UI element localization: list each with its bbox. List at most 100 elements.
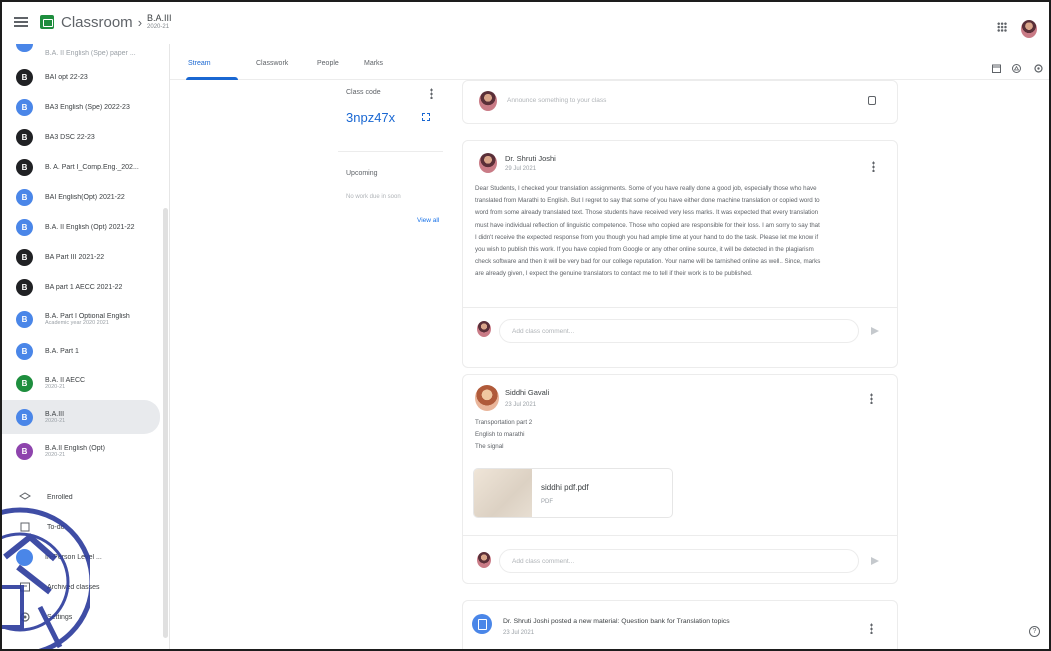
sidebar-item-text: B. A. Part I_Comp.Eng._202... — [45, 164, 139, 171]
attachment-thumbnail — [474, 469, 532, 517]
sidebar: B.A. II English (Spe) paper ... B BAI opt … — [0, 44, 170, 649]
sidebar-class-item[interactable]: B B.A. II AECC 2020-21 — [0, 366, 169, 400]
post-date: 29 Jul 2021 — [505, 166, 537, 172]
sidebar-item-label: B.A. Part 1 — [45, 347, 79, 355]
sidebar-class-item[interactable]: B BA Part III 2021-22 — [0, 242, 169, 272]
sidebar-item-subtitle: Academic year 2020 2021 — [45, 319, 109, 326]
post-author[interactable]: Dr. Shruti Joshi — [505, 154, 556, 163]
app-name[interactable]: Classroom — [61, 14, 133, 31]
post-line: must have individual reflection of lingu… — [475, 221, 820, 229]
sidebar-class-item[interactable]: B B.A. Part I Optional English Academic ye… — [0, 302, 169, 336]
enrolled-icon — [19, 491, 31, 503]
post-date: 23 Jul 2021 — [505, 402, 537, 408]
sidebar-item-label: B.A. II AECC — [45, 376, 86, 384]
class-list: B.A. II English (Spe) paper ... B BAI opt … — [0, 44, 169, 468]
post-more-icon[interactable] — [870, 623, 873, 634]
post-date: 23 Jul 2021 — [503, 630, 535, 636]
sidebar-item-text: B.A.II English (Opt) 2020-21 — [45, 445, 105, 458]
class-avatar: B — [16, 98, 33, 116]
tab-marks[interactable]: Marks — [364, 60, 383, 67]
sidebar-item-text: BAI opt 22-23 — [45, 74, 88, 81]
class-avatar: B — [16, 374, 33, 392]
class-title: B.A.III — [147, 12, 172, 23]
tab-classwork[interactable]: Classwork — [256, 60, 288, 67]
archive-icon — [19, 581, 31, 593]
post-more-icon[interactable] — [872, 161, 875, 172]
todo-icon — [19, 521, 31, 533]
calendar-icon[interactable] — [992, 64, 1001, 73]
material-icon — [472, 614, 492, 634]
post-line: Transportation part 2 — [475, 419, 533, 426]
post-line: Dear Students, I checked your translatio… — [475, 185, 817, 192]
sidebar-item-settings[interactable]: Settings — [0, 602, 169, 632]
post-line: are already given, I expect the genuine … — [475, 270, 753, 278]
class-avatar: B — [16, 342, 33, 360]
class-avatar: B — [16, 188, 33, 206]
class-code[interactable]: 3npz47x — [346, 110, 395, 125]
sidebar-item-inperson[interactable]: In-Person Level ... — [0, 542, 169, 572]
sidebar-class-item[interactable]: B B. A. Part I_Comp.Eng._202... — [0, 152, 169, 182]
breadcrumb[interactable]: B.A.III 2020-21 — [147, 12, 172, 30]
sidebar-class-item[interactable]: B B.A.II English (Opt) 2020-21 — [0, 434, 169, 468]
sidebar-class-item[interactable]: B B.A. II English (Opt) 2021-22 — [0, 212, 169, 242]
class-avatar: B — [16, 128, 33, 146]
display-code-icon[interactable] — [422, 113, 430, 121]
class-avatar — [16, 44, 33, 52]
pdf-attachment[interactable]: siddhi pdf.pdf PDF — [473, 468, 673, 518]
author-avatar — [479, 153, 497, 173]
sidebar-item-archived[interactable]: Archived classes — [0, 572, 169, 602]
class-code-more-icon[interactable] — [430, 88, 433, 99]
classroom-logo-icon[interactable] — [40, 15, 54, 29]
sidebar-class-item[interactable]: B B.A.III 2020-21 — [0, 400, 160, 434]
sidebar-item-enrolled[interactable]: Enrolled — [0, 482, 169, 512]
sidebar-item-subtitle: 2020-21 — [45, 417, 66, 424]
sidebar-item-text: BA3 English (Spe) 2022-23 — [45, 104, 130, 111]
view-all-link[interactable]: View all — [417, 217, 439, 224]
help-icon[interactable]: ? — [1029, 626, 1040, 637]
sidebar-item-label: B. A. Part I_Comp.Eng._202... — [45, 163, 139, 171]
repost-icon[interactable] — [868, 96, 876, 105]
comment-input[interactable]: Add class comment... — [499, 549, 859, 573]
google-apps-icon[interactable] — [997, 22, 1007, 32]
send-icon[interactable] — [871, 327, 879, 335]
post-author[interactable]: Siddhi Gavali — [505, 388, 549, 397]
sidebar-class-item[interactable]: B BA part 1 AECC 2021-22 — [0, 272, 169, 302]
sidebar-class-item[interactable]: B BA3 DSC 22-23 — [0, 122, 169, 152]
post-line: I didn't receive the expected response f… — [475, 233, 819, 241]
tab-stream[interactable]: Stream — [188, 60, 211, 67]
sidebar-item-todo[interactable]: To-do — [0, 512, 169, 542]
class-settings-icon[interactable] — [1034, 64, 1043, 73]
class-avatar: B — [16, 442, 33, 460]
divider — [463, 535, 897, 536]
user-avatar — [479, 91, 497, 111]
class-avatar: B — [16, 158, 33, 176]
post-line: check software and then it will be very … — [475, 258, 821, 266]
tab-people[interactable]: People — [317, 60, 339, 67]
post-more-icon[interactable] — [870, 393, 873, 404]
sidebar-class-item[interactable]: B BAI English(Opt) 2021-22 — [0, 182, 169, 212]
sidebar-class-item[interactable]: B B.A. Part 1 — [0, 336, 169, 366]
material-post[interactable]: Dr. Shruti Joshi posted a new material: … — [462, 600, 898, 649]
sidebar-item-label: B.A. II English (Spe) paper ... — [45, 49, 136, 57]
sidebar-item-text: B.A. Part I Optional English Academic yea… — [45, 313, 130, 326]
sidebar-item-label: BA part 1 AECC 2021-22 — [45, 283, 123, 291]
sidebar-item-label: BAI opt 22-23 — [45, 73, 88, 81]
announce-placeholder[interactable]: Announce something to your class — [507, 97, 606, 104]
account-avatar[interactable] — [1021, 20, 1037, 38]
announce-card[interactable]: Announce something to your class — [462, 80, 898, 124]
comment-input[interactable]: Add class comment... — [499, 319, 859, 343]
sidebar-class-item[interactable]: B BAI opt 22-23 — [0, 62, 169, 92]
comment-placeholder: Add class comment... — [512, 558, 575, 565]
active-tab-indicator — [186, 77, 238, 80]
sidebar-class-item[interactable]: B BA3 English (Spe) 2022-23 — [0, 92, 169, 122]
sidebar-class-item[interactable]: B.A. II English (Spe) paper ... — [0, 44, 169, 62]
sidebar-scrollbar[interactable] — [163, 208, 168, 638]
post-line: word from some already translated text. … — [475, 209, 819, 217]
main-menu-icon[interactable] — [14, 17, 28, 27]
attachment-type: PDF — [541, 499, 553, 505]
user-avatar — [477, 321, 491, 337]
post-line: English to marathi — [475, 431, 525, 438]
drive-folder-icon[interactable] — [1012, 64, 1021, 73]
class-code-label: Class code — [346, 89, 381, 96]
send-icon[interactable] — [871, 557, 879, 565]
